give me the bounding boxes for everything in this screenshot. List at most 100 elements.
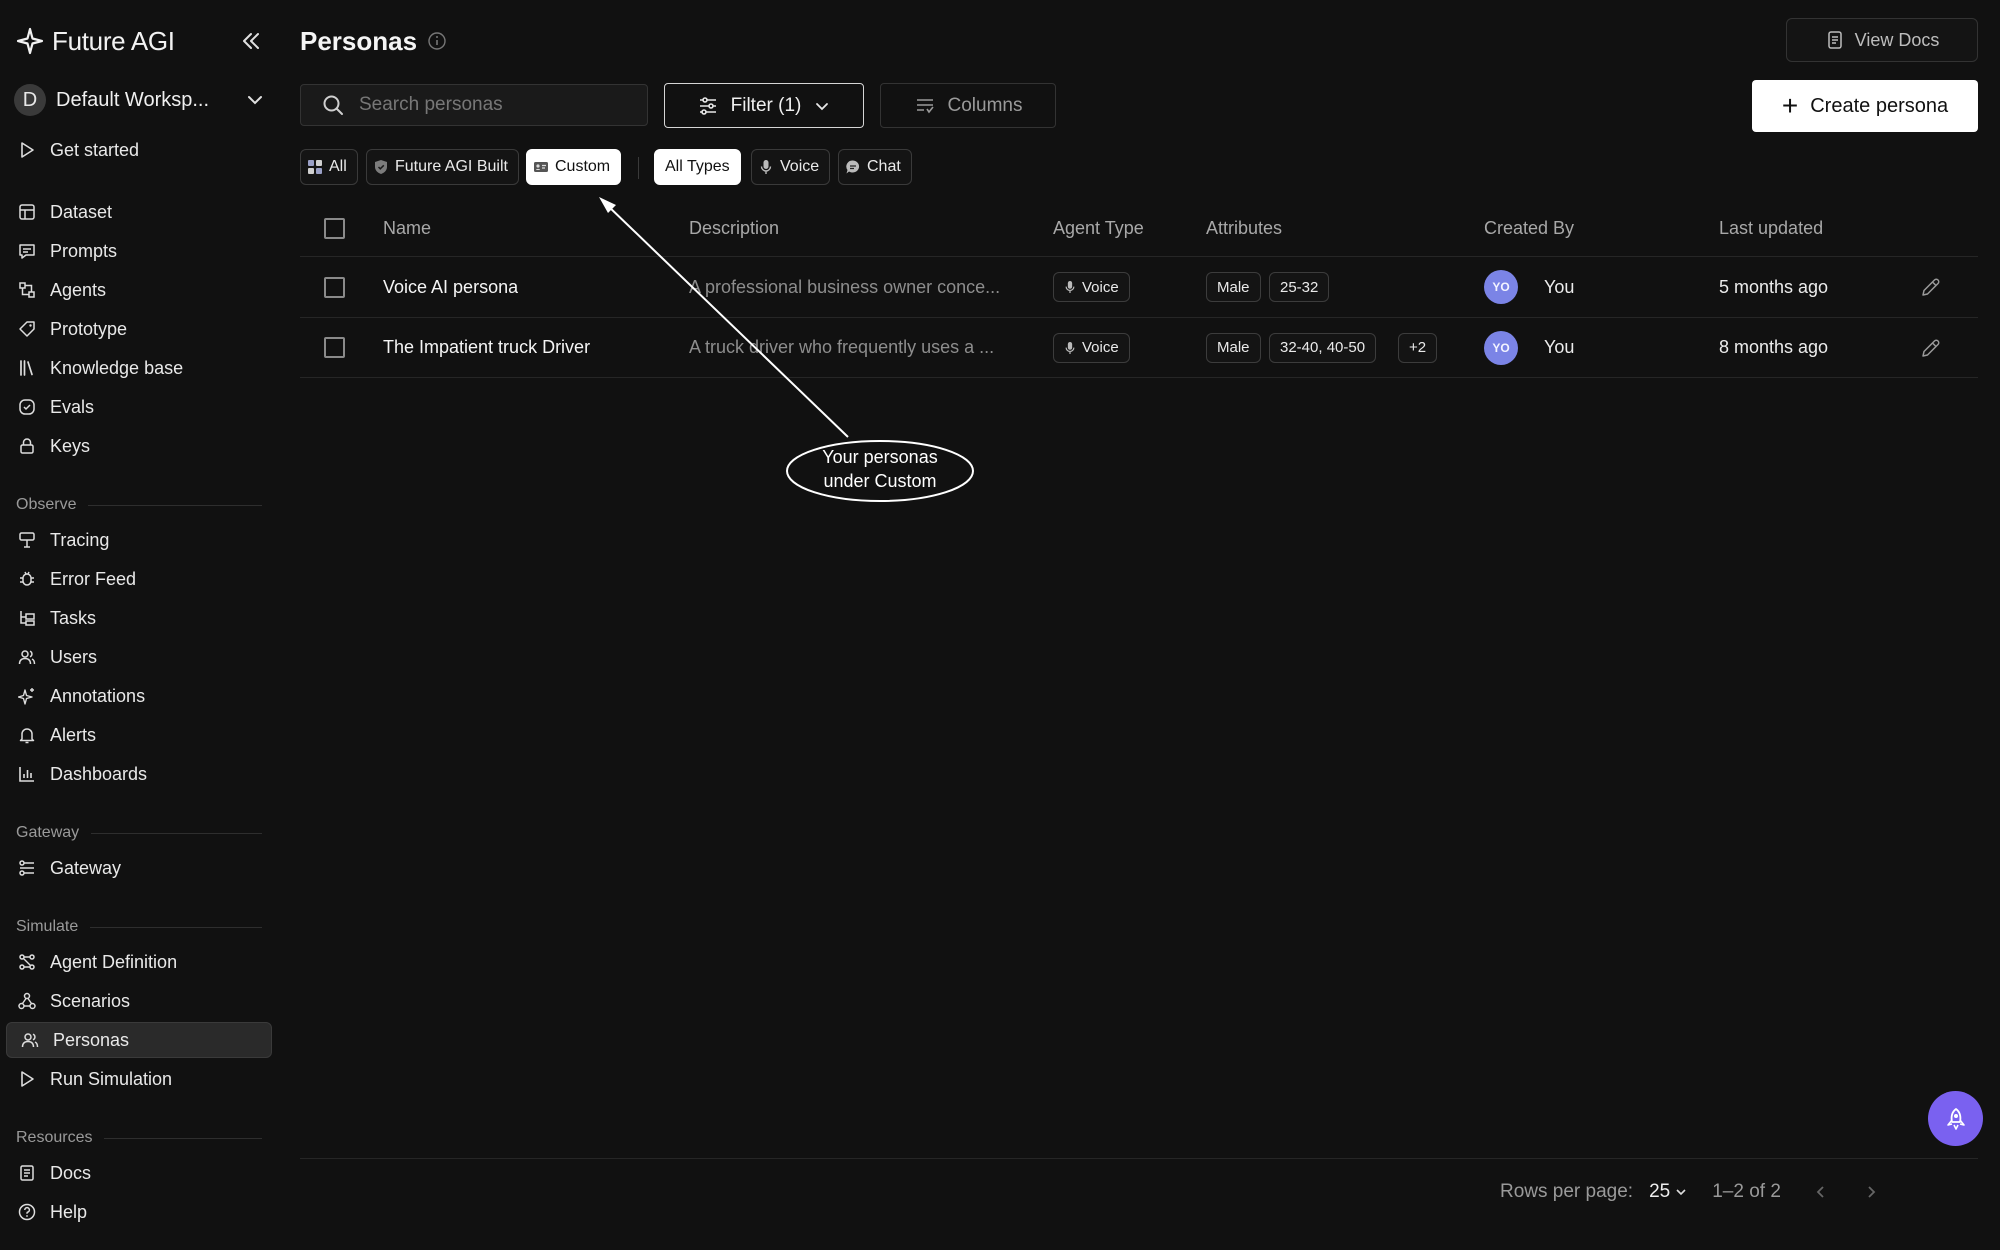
column-header-created-by[interactable]: Created By	[1484, 218, 1574, 239]
attribute-badge: Male	[1206, 272, 1261, 302]
chevron-down-icon[interactable]	[1674, 1185, 1688, 1199]
sidebar-item-run-simulation[interactable]: Run Simulation	[16, 1061, 272, 1097]
column-header-description[interactable]: Description	[689, 218, 779, 239]
attribute-more-badge[interactable]: +2	[1398, 332, 1438, 363]
section-label-simulate: Simulate	[16, 917, 262, 937]
sidebar-item-tracing[interactable]: Tracing	[16, 522, 272, 558]
app-name: Future AGI	[52, 25, 175, 56]
sidebar-item-tasks[interactable]: Tasks	[16, 600, 272, 636]
chevron-left-icon[interactable]	[1811, 1182, 1831, 1202]
sidebar-item-help[interactable]: Help	[16, 1194, 272, 1230]
last-updated: 8 months ago	[1719, 337, 1829, 357]
chip-custom[interactable]: Custom	[526, 149, 622, 185]
sidebar-item-label: Knowledge base	[50, 357, 184, 378]
sidebar-item-label: Agent Definition	[50, 951, 178, 972]
sidebar-item-label: Dataset	[50, 201, 113, 222]
divider	[91, 832, 262, 834]
chip-all-types[interactable]: All Types	[654, 149, 741, 185]
users-icon	[16, 646, 38, 668]
sidebar-item-scenarios[interactable]: Scenarios	[16, 983, 272, 1019]
sidebar-item-users[interactable]: Users	[16, 639, 272, 675]
search-input[interactable]	[359, 94, 629, 116]
sidebar-item-evals[interactable]: Evals	[16, 389, 272, 425]
pagination: Rows per page: 25 1–2 of 2	[1500, 1176, 1978, 1208]
column-header-attributes[interactable]: Attributes	[1206, 218, 1282, 239]
chat-bubble-icon	[845, 159, 861, 175]
view-docs-button[interactable]: View Docs	[1786, 18, 1978, 62]
agent-type-label: Voice	[1082, 278, 1119, 296]
columns-icon	[916, 98, 934, 113]
app-logo[interactable]: Future AGI	[16, 24, 266, 58]
sidebar-item-dataset[interactable]: Dataset	[16, 194, 272, 230]
sidebar-item-label: Get started	[50, 139, 140, 160]
persona-name: Voice AI persona	[383, 276, 519, 297]
pencil-icon[interactable]	[1920, 276, 1942, 298]
section-label-text: Gateway	[16, 824, 80, 841]
sidebar-item-agents[interactable]: Agents	[16, 272, 272, 308]
select-all-checkbox[interactable]	[324, 217, 345, 239]
sidebar-item-alerts[interactable]: Alerts	[16, 717, 272, 753]
chip-divider	[638, 157, 639, 179]
collapse-sidebar-button[interactable]	[236, 26, 266, 56]
section-label-gateway: Gateway	[16, 823, 262, 843]
column-header-last-updated[interactable]: Last updated	[1719, 218, 1823, 239]
sidebar-item-label: Scenarios	[50, 990, 131, 1011]
column-header-name[interactable]: Name	[383, 218, 431, 239]
column-header-agent-type[interactable]: Agent Type	[1053, 218, 1144, 239]
sidebar-item-prompts[interactable]: Prompts	[16, 233, 272, 269]
info-icon[interactable]	[427, 31, 447, 51]
sidebar-item-label: Help	[50, 1201, 88, 1222]
sidebar-item-annotations[interactable]: Annotations	[16, 678, 272, 714]
sidebar-item-label: Keys	[50, 435, 91, 456]
filter-button[interactable]: Filter (1)	[664, 83, 864, 128]
chip-label: Chat	[867, 158, 901, 175]
future-agi-logo-icon	[16, 27, 44, 55]
sidebar-item-gateway[interactable]: Gateway	[16, 850, 272, 886]
section-label-observe: Observe	[16, 495, 262, 515]
rows-per-page-select[interactable]: 25	[1649, 1181, 1670, 1203]
pencil-icon[interactable]	[1920, 337, 1942, 359]
table-row[interactable]: The Impatient truck Driver A truck drive…	[300, 317, 1978, 378]
sliders-icon	[699, 96, 716, 115]
columns-button[interactable]: Columns	[880, 83, 1056, 128]
chip-future-agi-built[interactable]: Future AGI Built	[366, 149, 519, 185]
page-title: Personas	[300, 24, 447, 58]
chip-label: Custom	[555, 158, 611, 175]
chevron-right-icon[interactable]	[1861, 1182, 1881, 1202]
table-row[interactable]: Voice AI persona A professional business…	[300, 256, 1978, 317]
create-persona-button[interactable]: + Create persona	[1752, 80, 1978, 132]
tasks-icon	[16, 607, 38, 629]
sidebar-item-prototype[interactable]: Prototype	[16, 311, 272, 347]
sidebar: Future AGI D Default Worksp... Get start…	[0, 0, 280, 1250]
sidebar-item-agent-definition[interactable]: Agent Definition	[16, 944, 272, 980]
create-persona-label: Create persona	[1810, 94, 1949, 117]
assistant-icon	[1946, 1107, 1965, 1130]
sidebar-item-knowledge-base[interactable]: Knowledge base	[16, 350, 272, 386]
divider	[104, 1137, 262, 1139]
sidebar-item-personas[interactable]: Personas	[6, 1022, 272, 1058]
sidebar-item-error-feed[interactable]: Error Feed	[16, 561, 272, 597]
row-checkbox[interactable]	[324, 276, 345, 298]
sidebar-item-docs[interactable]: Docs	[16, 1155, 272, 1191]
divider	[88, 504, 262, 506]
chip-all[interactable]: All	[300, 149, 358, 185]
annotation-line-2: under Custom	[823, 471, 937, 491]
section-label-text: Observe	[16, 496, 77, 513]
sidebar-item-label: Alerts	[50, 724, 97, 745]
workspace-switcher[interactable]: D Default Worksp...	[14, 82, 266, 118]
rows-per-page-label: Rows per page:	[1500, 1181, 1634, 1202]
sidebar-item-keys[interactable]: Keys	[16, 428, 272, 464]
section-label-text: Resources	[16, 1129, 93, 1146]
search-box[interactable]	[300, 84, 648, 126]
gateway-icon	[16, 857, 38, 879]
sidebar-item-dashboards[interactable]: Dashboards	[16, 756, 272, 792]
document-icon	[1827, 31, 1842, 49]
chip-chat[interactable]: Chat	[838, 149, 912, 185]
check-circle-icon	[16, 396, 38, 418]
sidebar-item-get-started[interactable]: Get started	[16, 132, 272, 168]
workspace-name: Default Worksp...	[56, 88, 210, 111]
assistant-fab-button[interactable]	[1928, 1091, 1983, 1146]
row-checkbox[interactable]	[324, 337, 345, 358]
chip-voice[interactable]: Voice	[751, 149, 831, 185]
chip-label: All	[329, 158, 347, 175]
